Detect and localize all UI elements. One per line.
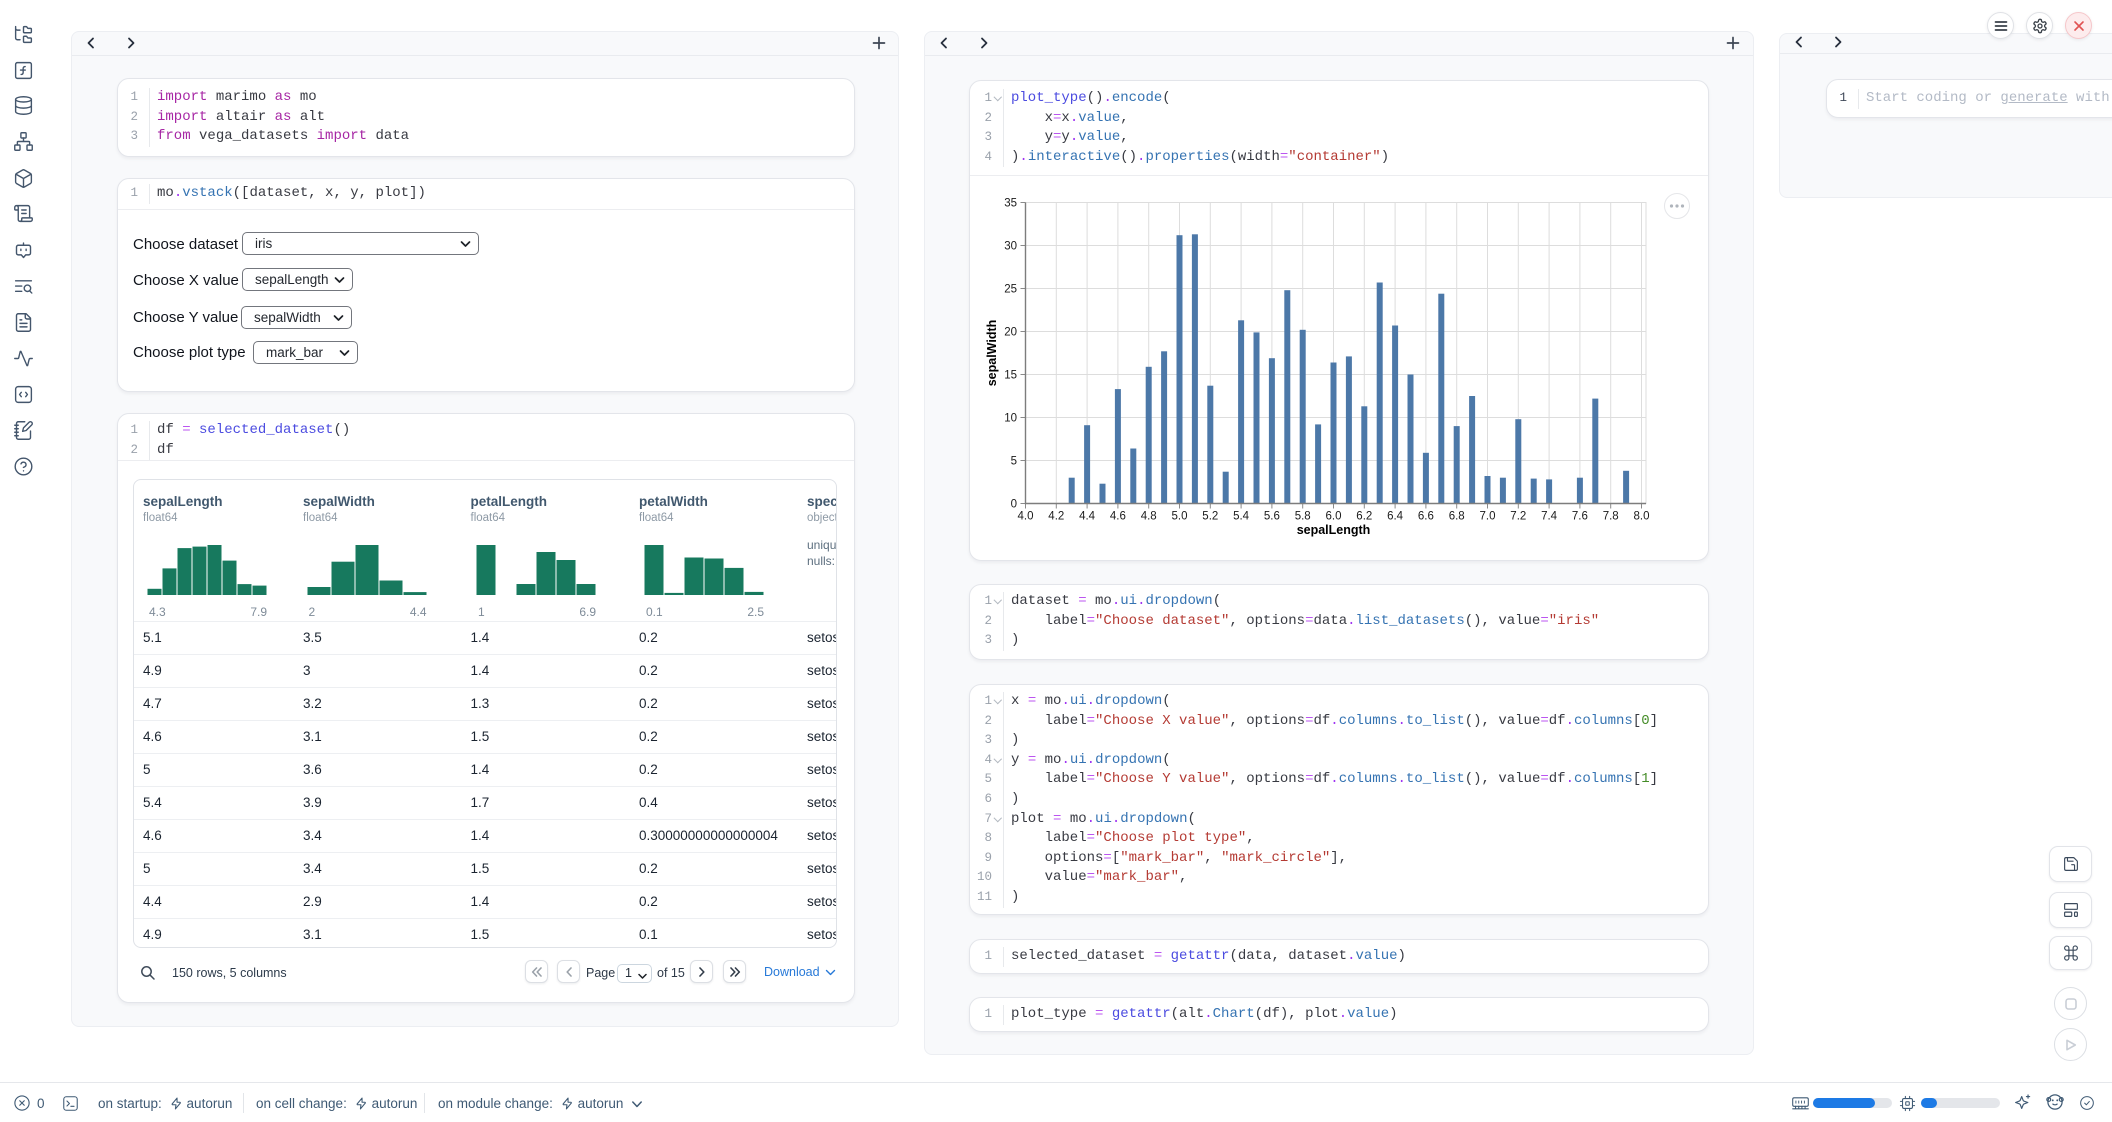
svg-text:4.6: 4.6 — [1110, 511, 1126, 523]
svg-text:7.2: 7.2 — [1510, 511, 1526, 523]
svg-text:5.6: 5.6 — [1264, 511, 1280, 523]
svg-text:6.2: 6.2 — [1356, 511, 1372, 523]
svg-text:sepalLength: sepalLength — [1297, 523, 1371, 537]
svg-text:6.0: 6.0 — [1326, 511, 1342, 523]
svg-text:4.0: 4.0 — [1018, 511, 1034, 523]
svg-text:6.6: 6.6 — [1418, 511, 1434, 523]
svg-text:25: 25 — [1004, 284, 1017, 296]
svg-text:sepalWidth: sepalWidth — [985, 320, 999, 387]
svg-text:0: 0 — [1011, 499, 1017, 511]
svg-text:6.8: 6.8 — [1449, 511, 1465, 523]
svg-text:4.2: 4.2 — [1048, 511, 1064, 523]
svg-text:5.2: 5.2 — [1202, 511, 1218, 523]
svg-text:5.4: 5.4 — [1233, 511, 1250, 523]
svg-text:7.0: 7.0 — [1480, 511, 1496, 523]
svg-text:5: 5 — [1011, 456, 1017, 468]
svg-text:15: 15 — [1004, 370, 1017, 382]
svg-text:5.8: 5.8 — [1295, 511, 1311, 523]
svg-text:10: 10 — [1004, 413, 1017, 425]
svg-text:4.4: 4.4 — [1079, 511, 1096, 523]
svg-text:6.4: 6.4 — [1387, 511, 1404, 523]
svg-text:7.6: 7.6 — [1572, 511, 1588, 523]
svg-text:8.0: 8.0 — [1634, 511, 1650, 523]
svg-text:35: 35 — [1004, 198, 1017, 210]
svg-text:7.8: 7.8 — [1603, 511, 1619, 523]
svg-text:5.0: 5.0 — [1172, 511, 1188, 523]
svg-text:7.4: 7.4 — [1541, 511, 1558, 523]
svg-text:4.8: 4.8 — [1141, 511, 1157, 523]
svg-text:30: 30 — [1004, 241, 1017, 253]
svg-text:20: 20 — [1004, 327, 1017, 339]
